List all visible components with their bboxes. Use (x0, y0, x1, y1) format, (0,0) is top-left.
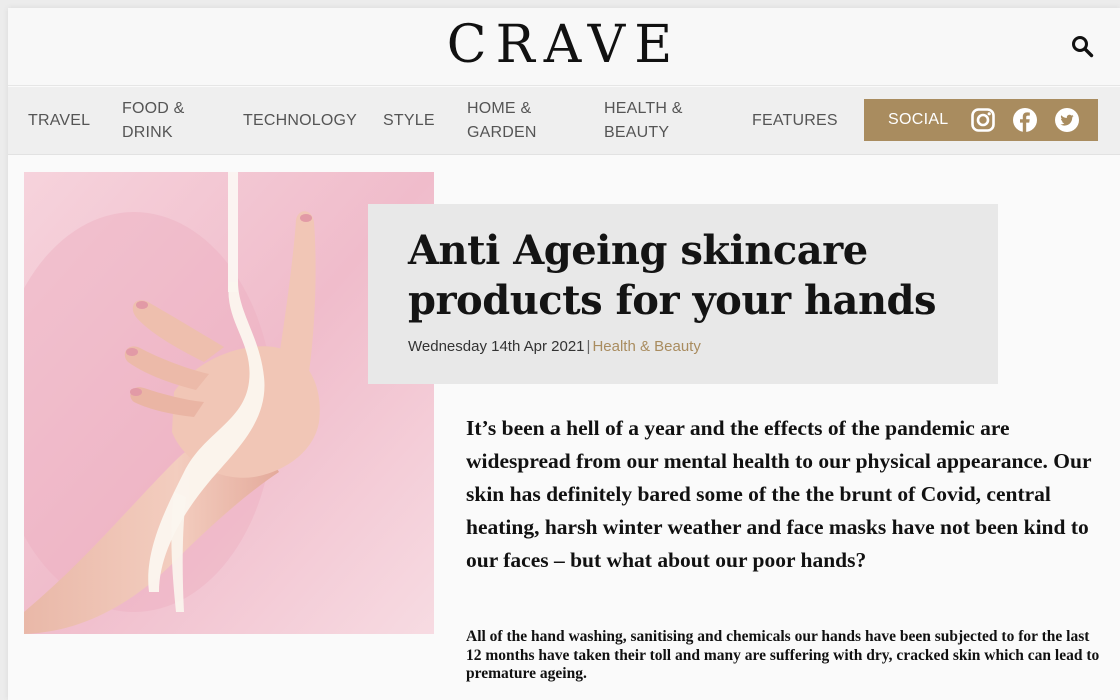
social-bar: SOCIAL (864, 99, 1098, 141)
meta-separator: | (586, 338, 591, 355)
search-icon[interactable] (1070, 34, 1094, 58)
article-title-card: Anti Ageing skincare products for your h… (368, 204, 998, 384)
site-logo[interactable]: CRAVE (8, 14, 1120, 76)
instagram-icon[interactable] (970, 107, 996, 133)
nav-item-home-garden[interactable]: HOME & GARDEN (467, 87, 537, 155)
social-label: SOCIAL (888, 111, 949, 128)
nav-item-food-drink[interactable]: FOOD & DRINK (122, 87, 185, 155)
nav-item-technology[interactable]: TECHNOLOGY (243, 87, 357, 155)
article-title: Anti Ageing skincare products for your h… (408, 227, 937, 324)
article-date: Wednesday 14th Apr 2021 (408, 338, 585, 355)
site-header: CRAVE (8, 8, 1120, 86)
nav-item-style[interactable]: STYLE (383, 87, 435, 155)
twitter-icon[interactable] (1054, 107, 1080, 133)
article-category-link[interactable]: Health & Beauty (592, 338, 700, 355)
article-meta: Wednesday 14th Apr 2021 | Health & Beauty (408, 338, 701, 355)
nav-item-features[interactable]: FEATURES (752, 87, 838, 155)
article-body: All of the hand washing, sanitising and … (466, 628, 1100, 682)
nav-item-health-beauty[interactable]: HEALTH & BEAUTY (604, 87, 683, 155)
page-frame: CRAVE TRAVEL FOOD & DRINK TECHNOLOGY STY… (8, 8, 1120, 700)
facebook-icon[interactable] (1012, 107, 1038, 133)
article-lead: It’s been a hell of a year and the effec… (466, 416, 1092, 572)
nav-item-travel[interactable]: TRAVEL (28, 87, 90, 155)
main-nav: TRAVEL FOOD & DRINK TECHNOLOGY STYLE HOM… (8, 87, 1120, 155)
